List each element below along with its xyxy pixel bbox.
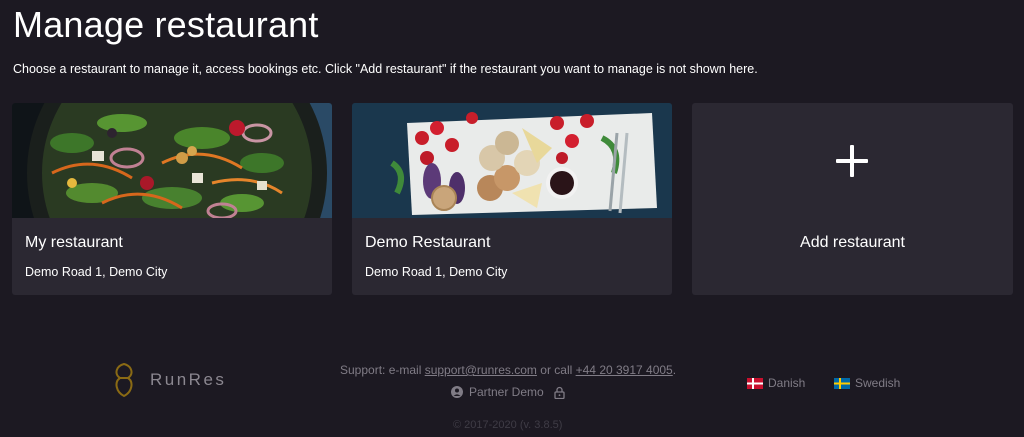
plus-icon (836, 145, 868, 177)
add-restaurant-label: Add restaurant (800, 234, 905, 251)
copyright: © 2017-2020 (v. 3.8.5) (453, 419, 563, 431)
language-swedish[interactable]: Swedish (834, 376, 900, 390)
language-danish[interactable]: Danish (747, 376, 805, 390)
support-phone-link[interactable]: +44 20 3917 4005 (576, 363, 673, 377)
user-icon (451, 386, 463, 398)
lock-icon[interactable] (554, 386, 565, 399)
partner-name[interactable]: Partner Demo (469, 385, 544, 399)
manage-restaurant-page: Manage restaurant Choose a restaurant to… (0, 0, 1024, 437)
restaurant-card-my-restaurant[interactable]: My restaurant Demo Road 1, Demo City (12, 103, 332, 295)
danish-flag-icon (747, 377, 763, 389)
restaurant-address: Demo Road 1, Demo City (25, 265, 168, 279)
restaurant-card-demo-restaurant[interactable]: Demo Restaurant Demo Road 1, Demo City (352, 103, 672, 295)
page-title: Manage restaurant (13, 4, 319, 45)
support-email-link[interactable]: support@runres.com (425, 363, 537, 377)
add-restaurant-card[interactable]: Add restaurant (692, 103, 1013, 295)
restaurant-name: Demo Restaurant (365, 234, 491, 251)
swedish-flag-icon (834, 377, 850, 389)
salad-photo (12, 103, 332, 218)
support-middle: or call (536, 363, 576, 377)
page-subtitle: Choose a restaurant to manage it, access… (13, 62, 758, 76)
language-label: Swedish (855, 376, 901, 390)
partner-info: Partner Demo (451, 385, 565, 399)
support-suffix: . (672, 363, 677, 377)
support-prefix: Support: e-mail (340, 363, 425, 377)
restaurant-name: My restaurant (25, 234, 123, 251)
support-info: Support: e-mail support@runres.com or ca… (340, 363, 676, 377)
language-label: Danish (768, 376, 806, 390)
brand-name: RunRes (150, 370, 227, 389)
restaurant-address: Demo Road 1, Demo City (365, 265, 508, 279)
runres-logo-icon (115, 362, 133, 398)
cheese-platter-photo (352, 103, 672, 218)
runres-logo: RunRes (110, 362, 226, 398)
